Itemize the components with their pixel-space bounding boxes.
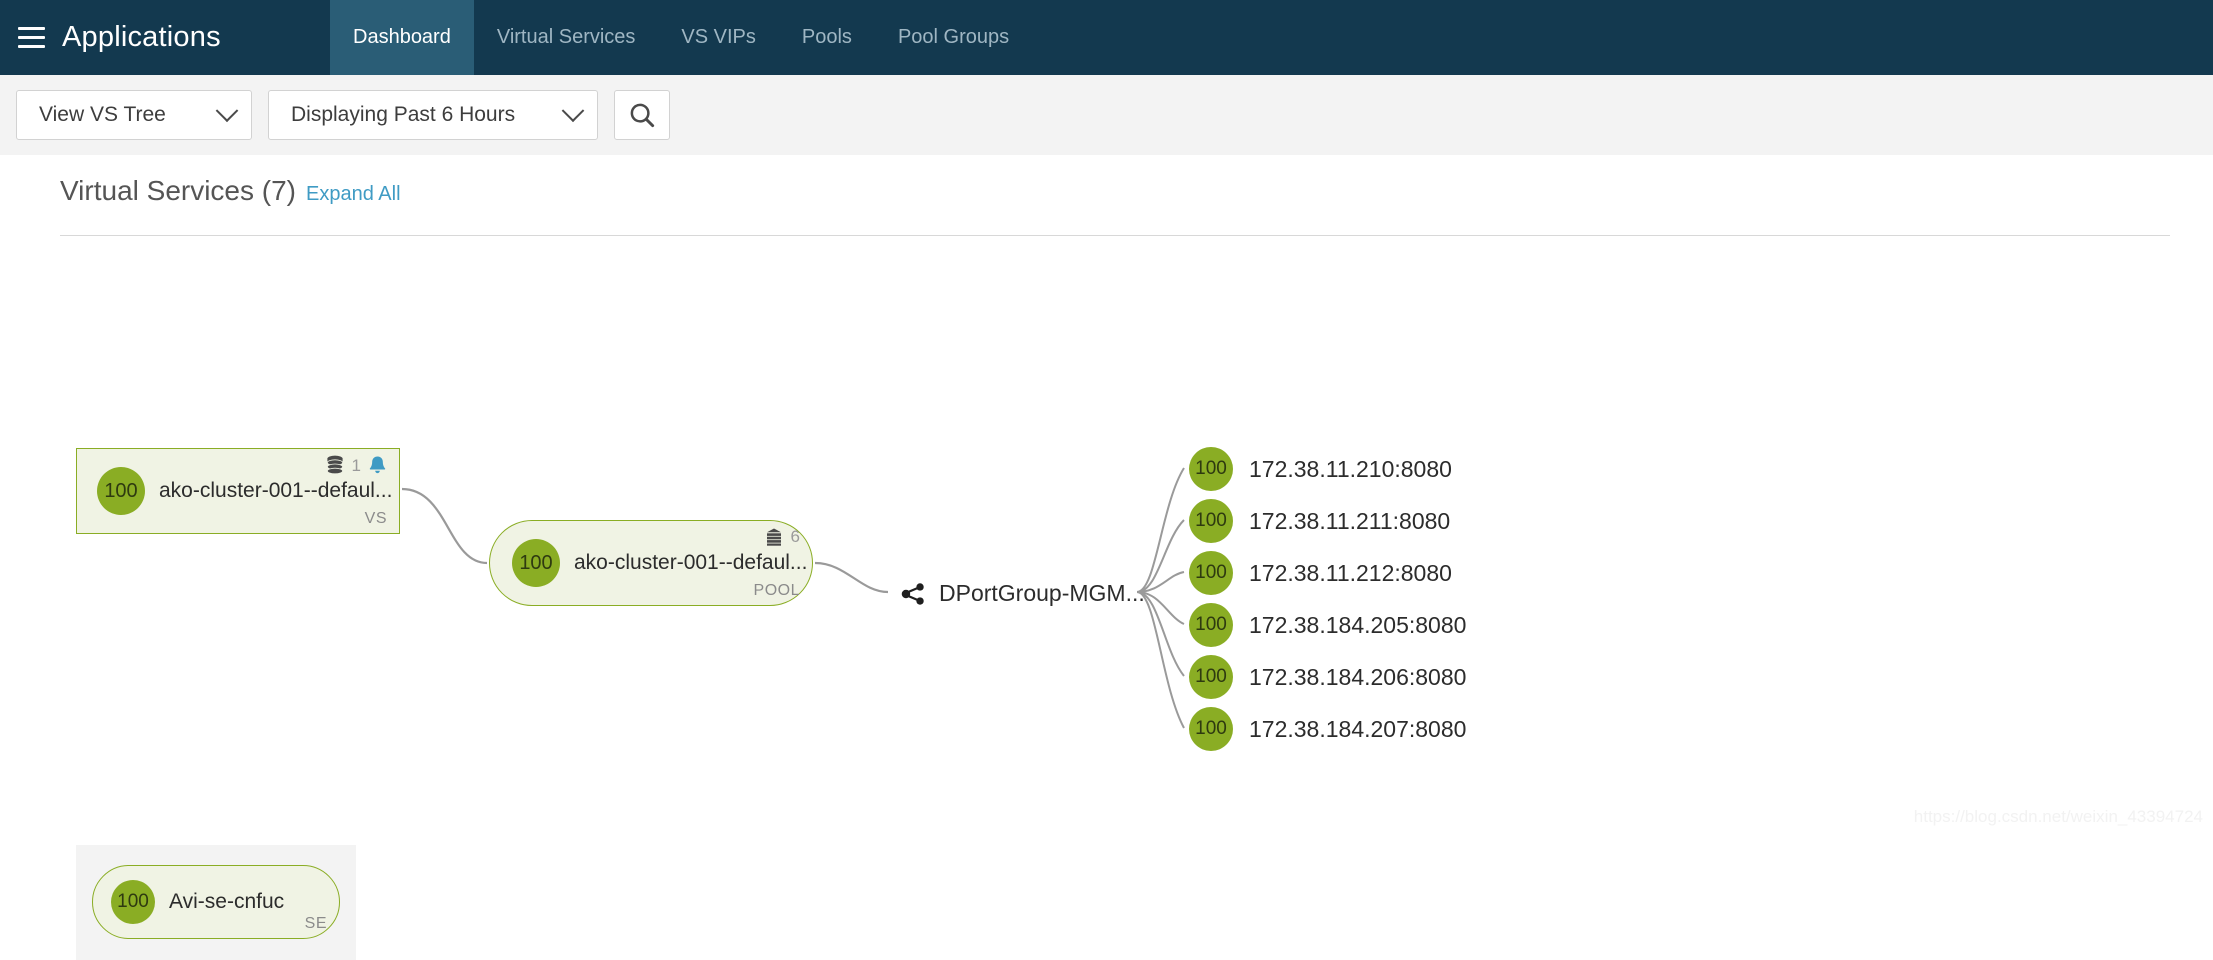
brand-area: Applications bbox=[0, 0, 330, 75]
tab-pool-groups[interactable]: Pool Groups bbox=[875, 0, 1032, 75]
chevron-down-icon bbox=[561, 99, 585, 123]
share-network-icon bbox=[901, 582, 924, 605]
tree-canvas: 100 ako-cluster-001--defaul... 1 VS 100 … bbox=[16, 155, 2213, 960]
portgroup-label: DPortGroup-MGM... bbox=[939, 580, 1145, 606]
search-icon bbox=[630, 103, 655, 128]
server-health-score: 100 bbox=[1189, 707, 1233, 751]
view-mode-select-value: View VS Tree bbox=[39, 103, 166, 126]
tab-pools[interactable]: Pools bbox=[779, 0, 875, 75]
tab-vs-vips-label: VS VIPs bbox=[681, 26, 756, 48]
chevron-down-icon bbox=[215, 99, 239, 123]
filter-toolbar: View VS Tree Displaying Past 6 Hours bbox=[0, 75, 2213, 155]
server-label: 172.38.184.205:8080 bbox=[1249, 611, 1467, 638]
tab-virtual-services[interactable]: Virtual Services bbox=[474, 0, 659, 75]
tab-pools-label: Pools bbox=[801, 26, 852, 48]
server-health-score: 100 bbox=[1189, 655, 1233, 699]
tab-pool-groups-label: Pool Groups bbox=[897, 26, 1010, 48]
tab-dashboard-label: Dashboard bbox=[353, 26, 451, 48]
vs-node-meta: 1 bbox=[325, 455, 387, 476]
vs-child-count: 1 bbox=[351, 455, 361, 475]
service-engine-group: 100 Avi-se-cnfuc SE bbox=[76, 845, 356, 960]
server-health-score: 100 bbox=[1189, 447, 1233, 491]
se-health-score: 100 bbox=[111, 880, 155, 924]
vs-node-label: ako-cluster-001--defaul... bbox=[159, 479, 393, 502]
list-item[interactable]: 100 172.38.184.206:8080 bbox=[1189, 651, 1466, 703]
pool-health-score: 100 bbox=[512, 539, 560, 587]
pool-node-type-label: POOL bbox=[753, 582, 800, 599]
list-item[interactable]: 100 172.38.184.207:8080 bbox=[1189, 703, 1466, 755]
tab-vs-vips[interactable]: VS VIPs bbox=[658, 0, 778, 75]
server-health-score: 100 bbox=[1189, 551, 1233, 595]
pool-node-label: ako-cluster-001--defaul... bbox=[574, 551, 808, 574]
server-health-score: 100 bbox=[1189, 499, 1233, 543]
pool-server-count: 6 bbox=[790, 527, 800, 546]
watermark: https://blog.csdn.net/weixin_43394724 bbox=[1913, 807, 2203, 826]
list-item[interactable]: 100 172.38.11.210:8080 bbox=[1189, 443, 1466, 495]
database-icon bbox=[326, 455, 343, 475]
time-range-select[interactable]: Displaying Past 6 Hours bbox=[268, 90, 598, 140]
tree-node-service-engine[interactable]: 100 Avi-se-cnfuc SE bbox=[92, 865, 340, 939]
time-range-select-value: Displaying Past 6 Hours bbox=[291, 103, 516, 126]
search-button[interactable] bbox=[614, 90, 670, 140]
vs-tree-panel: Virtual Services (7) Expand All 100 ako-… bbox=[16, 155, 2213, 960]
app-title: Applications bbox=[62, 21, 221, 53]
top-navigation-bar: Applications Dashboard Virtual Services … bbox=[0, 0, 2213, 75]
server-label: 172.38.11.211:8080 bbox=[1249, 507, 1451, 534]
list-item[interactable]: 100 172.38.11.212:8080 bbox=[1189, 547, 1466, 599]
nav-tabs: Dashboard Virtual Services VS VIPs Pools… bbox=[330, 0, 1032, 75]
server-list: 100 172.38.11.210:8080 100 172.38.11.211… bbox=[1189, 443, 1466, 755]
list-item[interactable]: 100 172.38.184.205:8080 bbox=[1189, 599, 1466, 651]
tree-node-pool[interactable]: 100 ako-cluster-001--defaul... 6 POOL bbox=[489, 520, 813, 606]
view-mode-select[interactable]: View VS Tree bbox=[16, 90, 252, 140]
vs-health-score: 100 bbox=[97, 467, 145, 515]
se-node-type-label: SE bbox=[304, 915, 327, 932]
tree-node-virtual-service[interactable]: 100 ako-cluster-001--defaul... 1 VS bbox=[76, 448, 400, 534]
vs-node-type-label: VS bbox=[364, 510, 387, 527]
server-rack-icon bbox=[766, 528, 781, 546]
list-item[interactable]: 100 172.38.11.211:8080 bbox=[1189, 495, 1466, 547]
server-label: 172.38.184.207:8080 bbox=[1249, 715, 1467, 742]
server-health-score: 100 bbox=[1189, 603, 1233, 647]
se-node-label: Avi-se-cnfuc bbox=[169, 890, 285, 913]
tab-dashboard[interactable]: Dashboard bbox=[330, 0, 474, 75]
hamburger-menu-icon[interactable] bbox=[18, 27, 45, 48]
server-label: 172.38.11.210:8080 bbox=[1249, 455, 1452, 482]
server-label: 172.38.11.212:8080 bbox=[1249, 559, 1452, 586]
server-label: 172.38.184.206:8080 bbox=[1249, 663, 1467, 690]
bell-icon[interactable] bbox=[368, 455, 387, 476]
tab-virtual-services-label: Virtual Services bbox=[496, 26, 636, 48]
pool-node-meta: 6 bbox=[764, 527, 800, 547]
tree-node-portgroup[interactable]: DPortGroup-MGM... bbox=[900, 580, 1145, 607]
